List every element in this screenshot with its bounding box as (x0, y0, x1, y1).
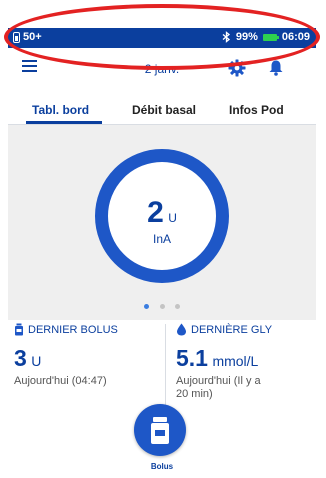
last-bg-time-line2: 20 min) (176, 388, 213, 400)
vial-icon (15, 323, 23, 336)
bolus-button-label: Bolus (150, 462, 174, 471)
last-bg-unit: mmol/L (212, 353, 259, 369)
page-dot[interactable] (159, 304, 165, 309)
gear-icon[interactable] (228, 59, 246, 77)
insulin-on-board-ring[interactable]: 2 U InA (95, 149, 229, 283)
tab-pod-info[interactable]: Infos Pod (229, 103, 284, 117)
status-bar: 50+ 99% 06:09 (8, 28, 316, 48)
iob-unit: U (168, 211, 177, 225)
phone-screen: 50+ 99% 06:09 2 janv. Tabl. bord Débit b… (8, 28, 316, 474)
last-bg-value: 5.1 mmol/L (176, 345, 258, 372)
last-bolus-heading: DERNIER BOLUS (14, 323, 118, 336)
carrier-text: 50+ (23, 31, 42, 43)
last-bg-time-line1: Aujourd'hui (Il y a (176, 375, 261, 387)
last-bolus-time: Aujourd'hui (04:47) (14, 375, 107, 387)
last-bg-number: 5.1 (176, 345, 208, 371)
panel-divider (165, 324, 166, 408)
last-bg-time: Aujourd'hui (Il y a 20 min) (176, 375, 261, 401)
clock: 06:09 (281, 31, 310, 43)
status-left: 50+ (13, 31, 42, 43)
battery-icon (262, 33, 279, 41)
tab-basal-rate[interactable]: Débit basal (132, 103, 196, 117)
status-right: 99% 06:09 (222, 31, 310, 43)
last-bolus-number: 3 (14, 345, 27, 371)
page-dot[interactable] (174, 304, 180, 309)
iob-label: InA (152, 232, 171, 246)
last-bg-title: DERNIÈRE GLY (191, 323, 273, 336)
pod-battery-icon (13, 31, 20, 43)
tab-dashboard[interactable]: Tabl. bord (32, 103, 89, 117)
bolus-button[interactable] (134, 404, 186, 456)
blood-drop-icon (177, 323, 186, 336)
bell-icon[interactable] (268, 59, 284, 76)
last-bg-heading: DERNIÈRE GLY (176, 323, 272, 336)
active-tab-indicator (26, 121, 102, 124)
iob-number: 2 (147, 196, 164, 229)
vial-icon (151, 417, 169, 444)
last-bolus-title: DERNIER BOLUS (28, 323, 118, 336)
app-header: 2 janv. (8, 48, 316, 80)
page-indicator (8, 296, 316, 314)
battery-percent: 99% (235, 31, 258, 43)
dashboard-panel: 2 U InA (8, 125, 316, 320)
last-bolus-unit: U (31, 353, 42, 369)
bluetooth-icon (222, 31, 230, 43)
iob-value: 2 U (108, 196, 216, 230)
page-dot[interactable] (144, 304, 150, 309)
tab-bar: Tabl. bord Débit basal Infos Pod (8, 100, 316, 125)
last-bolus-value: 3 U (14, 345, 41, 372)
